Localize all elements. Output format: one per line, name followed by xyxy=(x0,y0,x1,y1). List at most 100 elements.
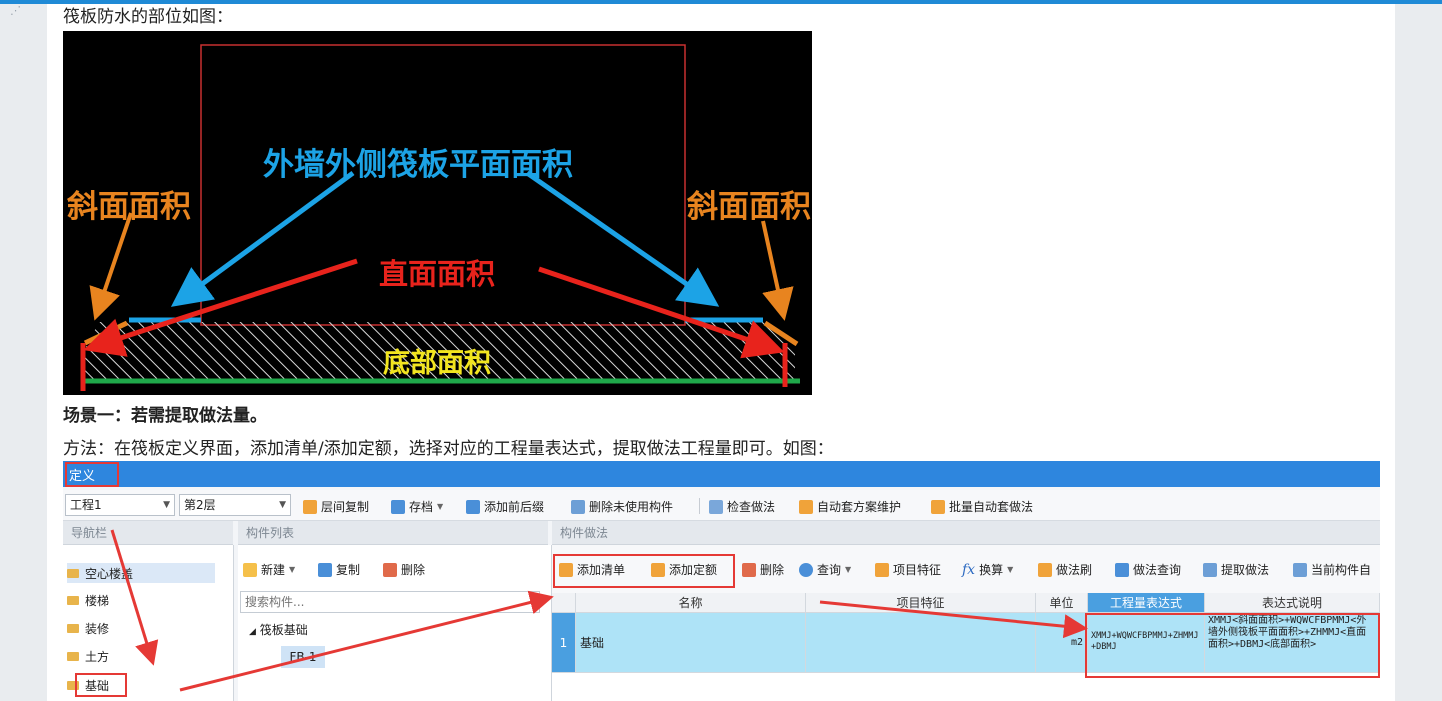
floor-select[interactable]: 第2层 ▼ xyxy=(179,494,291,516)
project-select[interactable]: 工程1 ▼ xyxy=(65,494,175,516)
btn-label: 做法刷 xyxy=(1056,563,1093,577)
highlight-expression xyxy=(1085,613,1380,678)
chevron-down-icon: ▼ xyxy=(279,500,286,510)
btn-label: 存档 xyxy=(409,500,434,514)
col-unit: 单位 xyxy=(1036,593,1088,613)
orange-arrow-left xyxy=(89,212,133,321)
btn-label: 删除未使用构件 xyxy=(589,500,674,514)
tree-node-raft[interactable]: ◢ 筏板基础 xyxy=(249,621,308,638)
archive-icon xyxy=(391,499,405,514)
archive-button[interactable]: 存档 ▼ xyxy=(391,498,443,515)
nav-label: 土方 xyxy=(85,649,110,664)
folder-icon xyxy=(67,651,79,661)
folder-icon xyxy=(67,623,79,633)
title-bar: 定义 xyxy=(63,461,1380,487)
project-value: 工程1 xyxy=(70,498,102,512)
row-index[interactable]: 1 xyxy=(552,613,576,673)
method-query-button[interactable]: 做法查询 xyxy=(1115,561,1181,578)
chevron-down-icon: ▼ xyxy=(289,565,296,574)
batch-auto-button[interactable]: 批量自动套做法 xyxy=(931,498,1033,515)
nav-label: 楼梯 xyxy=(85,593,110,608)
toolbar-divider xyxy=(699,498,700,514)
new-component-button[interactable]: 新建 ▼ xyxy=(243,561,295,578)
query-button[interactable]: 查询 ▼ xyxy=(799,561,851,578)
btn-label: 提取做法 xyxy=(1221,563,1270,577)
chevron-down-icon: ▼ xyxy=(163,500,170,510)
blue-arrow-left xyxy=(170,170,355,307)
nav-label: 装修 xyxy=(85,621,110,636)
nav-header: 导航栏 xyxy=(63,521,233,545)
nav-label: 空心楼盖 xyxy=(85,566,134,581)
chevron-down-icon: ▼ xyxy=(437,502,444,511)
label-vertical-area: 直面面积 xyxy=(379,257,496,291)
feature-icon xyxy=(875,562,889,577)
label-slope-right: 斜面面积 xyxy=(687,189,811,225)
cell-feature[interactable] xyxy=(806,613,1036,673)
btn-label: 换算 xyxy=(979,563,1004,577)
folder-icon xyxy=(67,568,79,578)
method-query-icon xyxy=(1115,562,1129,577)
add-prefix-icon xyxy=(466,499,480,514)
auto-plan-icon xyxy=(799,499,813,514)
label-slope-left: 斜面面积 xyxy=(67,189,191,225)
highlight-foundation xyxy=(75,673,127,697)
fx-icon: fx xyxy=(962,561,976,578)
extract-method-button[interactable]: 提取做法 xyxy=(1203,561,1269,578)
copy-component-button[interactable]: 复制 xyxy=(318,561,360,578)
btn-label: 检查做法 xyxy=(727,500,776,514)
cell-unit[interactable]: m2 xyxy=(1036,613,1088,673)
software-window: 定义 工程1 ▼ 第2层 ▼ 层间复制 存档 ▼ 添加前后缀 删除未使用构件 检查做法… xyxy=(63,461,1380,701)
nav-item-hollow-floor[interactable]: 空心楼盖 xyxy=(67,563,215,583)
delete-icon xyxy=(383,562,397,577)
copy-floor-button[interactable]: 层间复制 xyxy=(303,498,369,515)
btn-label: 删除 xyxy=(401,563,426,577)
col-explanation: 表达式说明 xyxy=(1205,593,1380,613)
scenario-title: 场景一：若需提取做法量。 xyxy=(63,406,267,426)
btn-label: 复制 xyxy=(336,563,361,577)
check-method-button[interactable]: 检查做法 xyxy=(709,498,775,515)
method-brush-button[interactable]: 做法刷 xyxy=(1038,561,1092,578)
delete-icon xyxy=(742,562,756,577)
label-outer-wall-area: 外墙外侧筏板平面面积 xyxy=(263,147,573,183)
current-component-icon xyxy=(1293,562,1307,577)
btn-label: 删除 xyxy=(760,563,785,577)
convert-button[interactable]: fx 换算 ▼ xyxy=(962,561,1013,578)
highlight-title xyxy=(65,462,119,487)
check-icon xyxy=(709,499,723,514)
waterproof-diagram: 外墙外侧筏板平面面积 斜面面积 斜面面积 直面面积 底部面积 xyxy=(63,31,812,395)
blue-arrow-right xyxy=(525,170,720,307)
auto-plan-button[interactable]: 自动套方案维护 xyxy=(799,498,901,515)
nav-item-decoration[interactable]: 装修 xyxy=(67,618,109,638)
col-feature: 项目特征 xyxy=(806,593,1036,613)
copy-icon xyxy=(318,562,332,577)
cell-name[interactable]: 基础 xyxy=(576,613,806,673)
nav-item-earthwork[interactable]: 土方 xyxy=(67,646,109,666)
add-prefix-button[interactable]: 添加前后缀 xyxy=(466,498,544,515)
delete-component-button[interactable]: 删除 xyxy=(383,561,425,578)
btn-label: 层间复制 xyxy=(321,500,370,514)
side-handle-icon[interactable]: ⋰ xyxy=(10,4,21,17)
nav-item-stairs[interactable]: 楼梯 xyxy=(67,590,109,610)
collapse-icon: ◢ xyxy=(249,627,256,637)
tree-node-fb1[interactable]: FB-1 xyxy=(281,646,325,668)
delete-method-button[interactable]: 删除 xyxy=(742,561,784,578)
chevron-down-icon: ▼ xyxy=(845,565,852,574)
btn-label: 查询 xyxy=(817,563,842,577)
current-component-button[interactable]: 当前构件自 xyxy=(1293,561,1371,578)
component-search-input[interactable] xyxy=(240,591,540,613)
btn-label: 新建 xyxy=(261,563,286,577)
item-feature-button[interactable]: 项目特征 xyxy=(875,561,941,578)
col-expression: 工程量表达式 xyxy=(1088,593,1205,613)
components-header: 构件列表 xyxy=(238,521,548,545)
tree-label: 筏板基础 xyxy=(259,623,308,637)
delete-unused-button[interactable]: 删除未使用构件 xyxy=(571,498,673,515)
btn-label: 添加前后缀 xyxy=(484,500,545,514)
new-icon xyxy=(243,562,257,577)
col-name: 名称 xyxy=(576,593,806,613)
delete-unused-icon xyxy=(571,499,585,514)
intro-text: 筏板防水的部位如图： xyxy=(63,7,233,27)
extract-icon xyxy=(1203,562,1217,577)
brush-icon xyxy=(1038,562,1052,577)
btn-label: 当前构件自 xyxy=(1311,563,1372,577)
orange-arrow-right xyxy=(761,220,794,321)
